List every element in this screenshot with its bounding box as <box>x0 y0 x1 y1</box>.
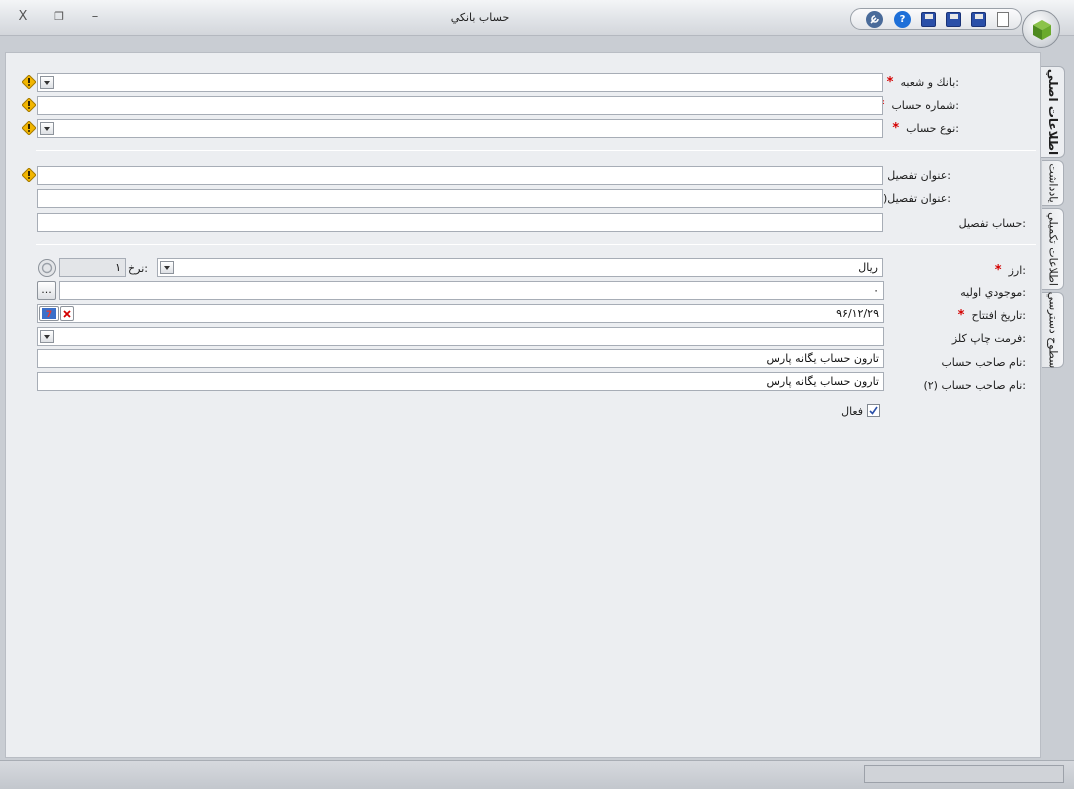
dropdown-button[interactable] <box>40 330 54 343</box>
bank-branch-field[interactable] <box>37 73 883 92</box>
balance-details-button[interactable]: ... <box>37 281 56 300</box>
holder-name2-field[interactable]: تارون حساب يگانه پارس <box>37 372 884 391</box>
tools-button[interactable] <box>866 11 883 28</box>
active-label: فعال <box>841 405 863 418</box>
new-button[interactable] <box>997 12 1009 27</box>
svg-text:7: 7 <box>46 310 52 320</box>
save-button[interactable] <box>971 12 986 27</box>
holder-name2-label: نام صاحب حساب (۲): <box>923 379 1026 392</box>
clear-icon <box>63 310 71 318</box>
currency-field[interactable]: ريال <box>157 258 883 277</box>
checkmark-icon <box>869 406 878 415</box>
warning-icon <box>22 168 36 182</box>
active-checkbox[interactable] <box>867 404 880 417</box>
opening-date-field[interactable]: ۹۶/۱۲/۲۹ <box>37 304 884 323</box>
dropdown-button[interactable] <box>160 261 174 274</box>
detail-account-label: حساب تفصيل: <box>958 217 1026 230</box>
help-button[interactable]: ? <box>894 11 911 28</box>
check-print-format-label: فرمت چاپ كلز: <box>951 332 1026 345</box>
detail-title2-field[interactable] <box>37 189 883 208</box>
opening-balance-label: موجودي اوليه: <box>960 286 1026 299</box>
dropdown-button[interactable] <box>40 76 54 89</box>
opening-date-label: * تاريخ افتتاح: <box>957 308 1026 323</box>
calendar-icon: 7 <box>42 308 56 320</box>
clear-date-button[interactable] <box>60 306 74 321</box>
tab-main-info[interactable]: اطلاعات اصلي <box>1041 66 1065 158</box>
dropdown-button[interactable] <box>40 122 54 135</box>
warning-icon <box>22 121 36 135</box>
rate-field: ۱ <box>59 258 126 277</box>
account-number-field[interactable] <box>37 96 883 115</box>
save-new-button[interactable] <box>946 12 961 27</box>
holder-name-field[interactable]: تارون حساب يگانه پارس <box>37 349 884 368</box>
warning-icon <box>22 98 36 112</box>
section-divider <box>36 244 1036 245</box>
save-close-button[interactable] <box>921 12 936 27</box>
title-bar: X ❐ – حساب بانكي ? <box>0 0 1074 48</box>
check-print-format-field[interactable] <box>37 327 884 346</box>
tab-extra-info[interactable]: اطلاعات تكميلي <box>1042 208 1064 290</box>
toolbar: ? <box>850 8 1022 30</box>
warning-icon <box>22 75 36 89</box>
calendar-button[interactable]: 7 <box>39 306 59 321</box>
account-type-field[interactable] <box>37 119 883 138</box>
detail-account-field[interactable] <box>37 213 883 232</box>
question-icon: ? <box>899 14 906 25</box>
tab-access-levels[interactable]: سطوح دسترسي <box>1042 292 1064 368</box>
refresh-icon <box>41 262 53 274</box>
opening-balance-field[interactable]: ۰ <box>59 281 884 300</box>
holder-name-label: نام صاحب حساب: <box>941 356 1026 369</box>
app-logo[interactable] <box>1022 10 1060 48</box>
cube-icon <box>1033 20 1051 40</box>
refresh-rate-button[interactable] <box>38 259 56 277</box>
status-panel <box>864 765 1064 783</box>
window-title: حساب بانكي <box>450 11 510 24</box>
status-bar <box>0 760 1074 789</box>
form-panel: * بانك و شعبه: * شماره حساب: * نوع حساب:… <box>5 52 1041 758</box>
section-divider <box>36 150 1036 151</box>
detail-title-field[interactable] <box>37 166 883 185</box>
wrench-icon <box>870 15 879 24</box>
tab-notes[interactable]: يادداشت <box>1042 160 1064 206</box>
currency-label: * ارز: <box>994 263 1026 278</box>
